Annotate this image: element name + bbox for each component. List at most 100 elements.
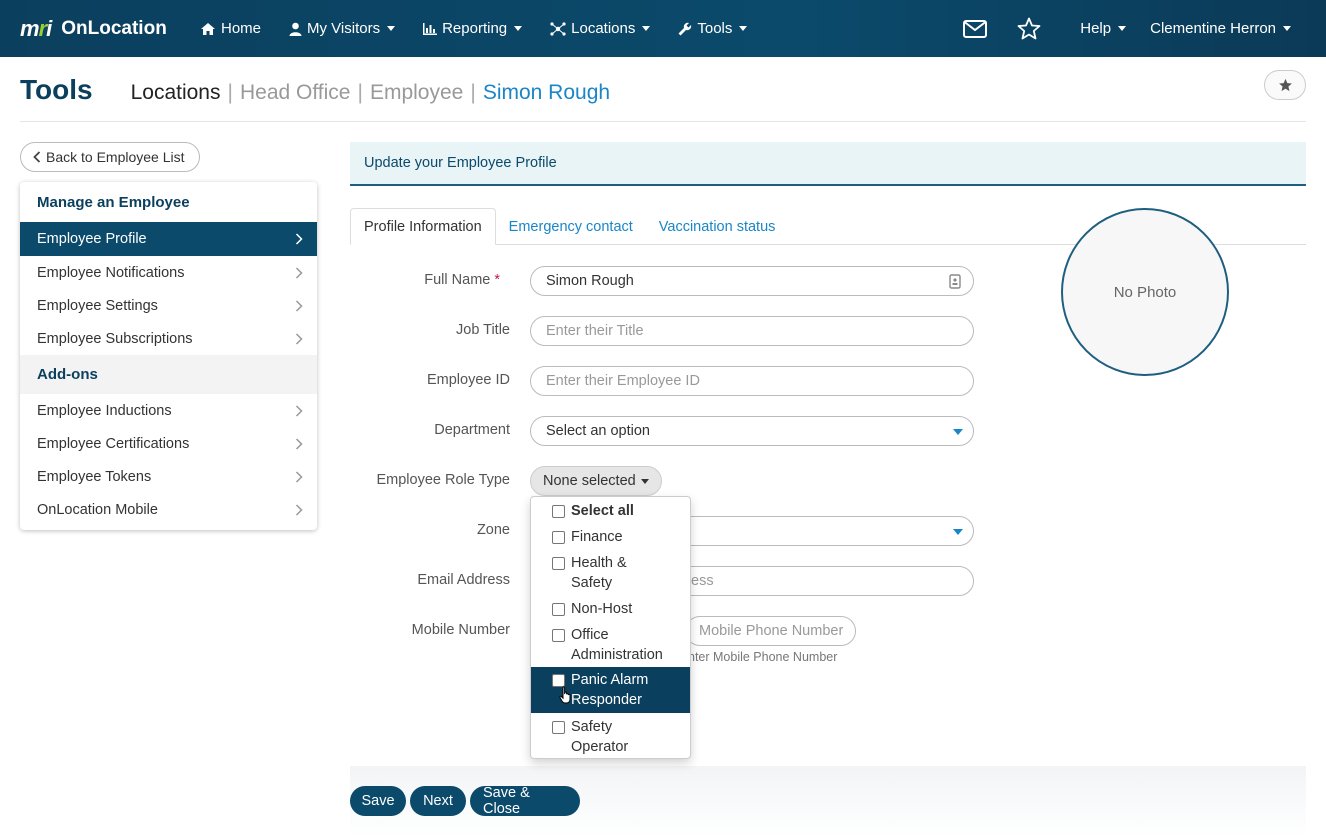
mobile-help-text: nter Mobile Phone Number [688, 650, 838, 664]
sidebar-item-label: Employee Inductions [37, 402, 172, 419]
info-banner: Update your Employee Profile [350, 142, 1306, 186]
nav-tools[interactable]: Tools [678, 20, 748, 37]
back-to-employee-list-button[interactable]: Back to Employee List [20, 142, 200, 172]
chevron-down-icon [953, 529, 963, 535]
employee-id-label: Employee ID [426, 372, 510, 388]
option-label: Safety Operator [571, 717, 681, 757]
breadcrumb-separator: | [227, 81, 233, 104]
role-option-health-safety[interactable]: Health & Safety [531, 553, 690, 593]
nav-locations[interactable]: Locations [550, 20, 651, 37]
chevron-down-icon [387, 26, 396, 31]
role-option-select-all[interactable]: Select all [531, 501, 690, 521]
next-button[interactable]: Next [410, 786, 466, 816]
sidebar-item-employee-subscriptions[interactable]: Employee Subscriptions [20, 322, 317, 355]
chevron-down-icon [642, 26, 651, 31]
department-label: Department [434, 422, 510, 438]
sidebar-item-onlocation-mobile[interactable]: OnLocation Mobile [20, 493, 317, 526]
role-option-finance[interactable]: Finance [531, 527, 690, 547]
breadcrumb-employee[interactable]: Employee [370, 81, 463, 105]
nav-home[interactable]: Home [200, 20, 261, 37]
sidebar-item-employee-inductions[interactable]: Employee Inductions [20, 394, 317, 427]
checkbox[interactable] [552, 721, 565, 734]
checkbox[interactable] [552, 505, 565, 518]
employee-id-field[interactable] [530, 366, 974, 396]
save-button[interactable]: Save [350, 786, 406, 816]
hand-pointer-cursor-icon [559, 686, 571, 704]
role-option-safety-operator[interactable]: Safety Operator [531, 717, 690, 757]
chevron-right-icon [295, 332, 303, 345]
checkbox[interactable] [552, 557, 565, 570]
breadcrumb-head-office[interactable]: Head Office [240, 81, 351, 105]
nav-reporting-label: Reporting [442, 20, 508, 37]
sidebar-item-employee-certifications[interactable]: Employee Certifications [20, 427, 317, 460]
sidebar-item-label: Employee Profile [37, 231, 147, 247]
brand-name: OnLocation [61, 17, 167, 39]
option-label-line1: Safety [571, 719, 613, 735]
bar-chart-icon [423, 22, 438, 35]
page-header: Tools Locations | Head Office | Employee… [20, 74, 610, 106]
job-title-field[interactable] [530, 316, 974, 346]
employee-id-input[interactable] [546, 373, 926, 389]
option-label-line2: Responder [571, 692, 642, 708]
chevron-right-icon [295, 437, 303, 450]
employee-role-type-multiselect[interactable]: None selected [530, 466, 662, 496]
user-name: Clementine Herron [1150, 20, 1276, 37]
department-select[interactable]: Select an option [530, 416, 974, 446]
role-option-non-host[interactable]: Non-Host [531, 599, 690, 619]
sidebar-item-employee-profile[interactable]: Employee Profile [20, 222, 317, 256]
home-icon [201, 22, 215, 35]
chevron-down-icon [1283, 26, 1291, 31]
full-name-input[interactable] [546, 273, 926, 289]
option-label-line1: Office [571, 627, 609, 643]
breadcrumb: Locations | Head Office | Employee | Sim… [131, 81, 610, 105]
job-title-input[interactable] [546, 323, 926, 339]
chevron-left-icon [33, 151, 41, 163]
option-label: Health & Safety [571, 553, 681, 593]
brand-logo[interactable]: mri OnLocation [20, 16, 200, 42]
full-name-field[interactable] [530, 266, 974, 296]
star-icon [1278, 78, 1292, 92]
mobile-number-field[interactable]: Mobile Phone Number [685, 616, 856, 646]
sidebar-item-label: Employee Subscriptions [37, 330, 193, 347]
star-icon [1017, 17, 1041, 40]
sidebar-item-employee-notifications[interactable]: Employee Notifications [20, 256, 317, 289]
sidebar-item-label: Employee Certifications [37, 435, 190, 452]
wrench-icon [678, 22, 692, 35]
save-and-close-button[interactable]: Save & Close [470, 785, 580, 817]
nav-reporting[interactable]: Reporting [423, 20, 523, 37]
checkbox[interactable] [552, 531, 565, 544]
no-photo-label: No Photo [1113, 283, 1177, 301]
sidebar-item-label: Employee Tokens [37, 468, 152, 485]
tab-vaccination-status[interactable]: Vaccination status [646, 208, 789, 245]
sidebar-menu: Manage an Employee Employee Profile Empl… [20, 182, 317, 530]
job-title-label: Job Title [456, 322, 510, 338]
sidebar-item-employee-tokens[interactable]: Employee Tokens [20, 460, 317, 493]
nav-tools-label: Tools [697, 20, 733, 37]
role-option-panic-alarm-responder[interactable]: Panic Alarm Responder [531, 667, 690, 713]
tab-emergency-contact[interactable]: Emergency contact [496, 208, 646, 245]
mobile-number-label: Mobile Number [411, 622, 510, 638]
nav-right-group: Help Clementine Herron [948, 0, 1291, 57]
option-label: Select all [571, 503, 634, 519]
checkbox[interactable] [552, 629, 565, 642]
contact-card-icon[interactable] [949, 274, 961, 289]
nav-user-menu[interactable]: Clementine Herron [1150, 20, 1291, 37]
tab-profile-information[interactable]: Profile Information [350, 208, 496, 245]
favorites-button[interactable] [1002, 0, 1056, 57]
sidebar-item-label: OnLocation Mobile [37, 501, 158, 518]
chevron-right-icon [295, 404, 303, 417]
breadcrumb-locations[interactable]: Locations [131, 81, 221, 105]
full-name-label: Full Name * [300, 272, 500, 288]
nav-help[interactable]: Help [1080, 20, 1127, 37]
checkbox[interactable] [552, 603, 565, 616]
bookmark-page-button[interactable] [1264, 70, 1306, 100]
page-title: Tools [20, 74, 93, 105]
network-icon [550, 21, 566, 36]
nav-my-visitors[interactable]: My Visitors [289, 20, 396, 37]
option-label: Finance [571, 529, 623, 545]
chevron-down-icon [1118, 26, 1127, 31]
role-option-office-administration[interactable]: Office Administration [531, 625, 690, 665]
profile-photo-placeholder[interactable]: No Photo [1061, 208, 1229, 376]
messages-button[interactable] [948, 0, 1002, 57]
sidebar-item-employee-settings[interactable]: Employee Settings [20, 289, 317, 322]
